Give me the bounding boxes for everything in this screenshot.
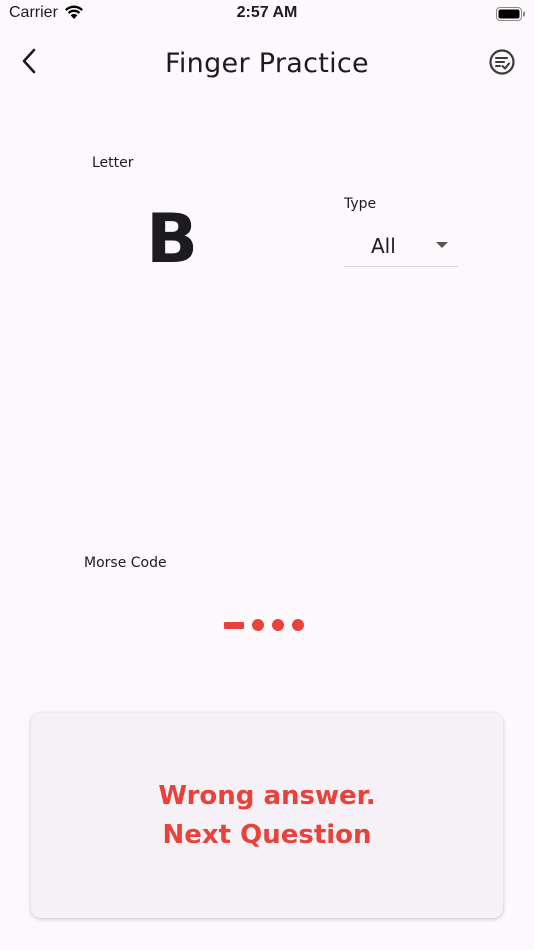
morse-code-label: Morse Code xyxy=(84,555,167,571)
status-time: 2:57 AM xyxy=(236,4,298,21)
finger-practice-screen: Carrier 2:57 AM Finger Practice Letter B… xyxy=(0,0,534,950)
result-message: Wrong answer. xyxy=(158,780,376,811)
result-card[interactable]: Wrong answer. Next Question xyxy=(31,713,503,918)
status-bar: Carrier 2:57 AM xyxy=(0,0,534,30)
type-selected-value: All xyxy=(371,234,396,258)
checklist-button[interactable] xyxy=(484,46,520,82)
type-label: Type xyxy=(344,196,377,212)
page-title: Finger Practice xyxy=(165,48,369,79)
dropdown-arrow-icon xyxy=(436,242,448,248)
morse-dot xyxy=(272,619,284,631)
morse-dot xyxy=(252,619,264,631)
morse-dash xyxy=(224,621,244,629)
next-question-label: Next Question xyxy=(162,819,372,850)
morse-code-display xyxy=(224,618,304,632)
checklist-icon xyxy=(488,48,516,80)
battery-icon xyxy=(496,6,526,25)
letter-label: Letter xyxy=(92,155,134,171)
type-dropdown[interactable]: All xyxy=(344,228,458,267)
letter-value: B xyxy=(146,200,198,279)
morse-dot xyxy=(292,619,304,631)
app-bar: Finger Practice xyxy=(0,38,534,90)
